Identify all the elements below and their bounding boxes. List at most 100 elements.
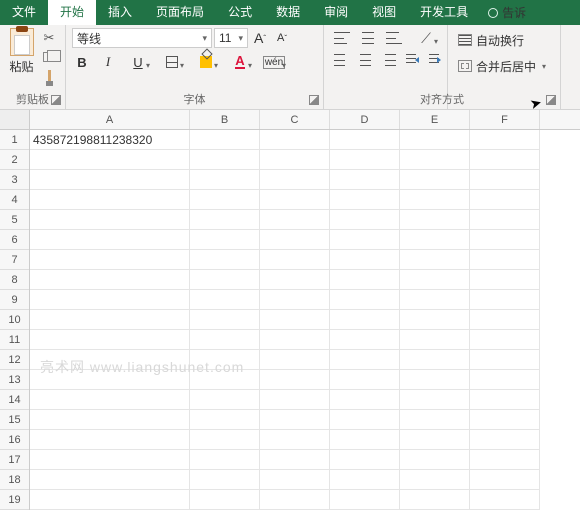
cell[interactable] bbox=[190, 330, 260, 350]
cell[interactable] bbox=[330, 170, 400, 190]
cell[interactable] bbox=[30, 310, 190, 330]
cell[interactable] bbox=[260, 450, 330, 470]
tab-home[interactable]: 开始 bbox=[48, 0, 96, 25]
cell[interactable] bbox=[30, 150, 190, 170]
cell[interactable] bbox=[30, 190, 190, 210]
cell[interactable] bbox=[330, 150, 400, 170]
format-painter-button[interactable] bbox=[39, 68, 59, 84]
align-top-button[interactable] bbox=[334, 32, 350, 44]
cell[interactable] bbox=[470, 250, 540, 270]
cell[interactable] bbox=[470, 390, 540, 410]
column-header[interactable]: D bbox=[330, 110, 400, 129]
cell[interactable] bbox=[400, 190, 470, 210]
cell[interactable] bbox=[470, 290, 540, 310]
cell[interactable] bbox=[30, 250, 190, 270]
row-header[interactable]: 8 bbox=[0, 270, 29, 290]
cell[interactable] bbox=[30, 290, 190, 310]
cell[interactable] bbox=[400, 390, 470, 410]
row-header[interactable]: 15 bbox=[0, 410, 29, 430]
cell[interactable] bbox=[470, 470, 540, 490]
cell[interactable] bbox=[330, 210, 400, 230]
cell[interactable] bbox=[190, 230, 260, 250]
row-header[interactable]: 12 bbox=[0, 350, 29, 370]
tab-view[interactable]: 视图 bbox=[360, 0, 408, 25]
cell[interactable] bbox=[260, 410, 330, 430]
row-header[interactable]: 11 bbox=[0, 330, 29, 350]
cell[interactable] bbox=[470, 270, 540, 290]
tab-page-layout[interactable]: 页面布局 bbox=[144, 0, 216, 25]
orientation-button[interactable]: ⟋ bbox=[412, 28, 440, 48]
cells-area[interactable]: 435872198811238320 bbox=[30, 130, 580, 510]
cell[interactable] bbox=[400, 470, 470, 490]
cell[interactable] bbox=[30, 410, 190, 430]
font-color-button[interactable]: A bbox=[226, 52, 254, 72]
cut-button[interactable]: ✂ bbox=[39, 30, 59, 46]
cell[interactable] bbox=[30, 330, 190, 350]
row-header[interactable]: 10 bbox=[0, 310, 29, 330]
cell[interactable] bbox=[470, 230, 540, 250]
cell[interactable] bbox=[470, 310, 540, 330]
cell[interactable] bbox=[190, 290, 260, 310]
cell[interactable] bbox=[330, 310, 400, 330]
cell[interactable] bbox=[470, 150, 540, 170]
cell[interactable]: 435872198811238320 bbox=[30, 130, 190, 150]
align-middle-button[interactable] bbox=[360, 32, 376, 44]
row-header[interactable]: 16 bbox=[0, 430, 29, 450]
cell[interactable] bbox=[400, 210, 470, 230]
column-header[interactable]: E bbox=[400, 110, 470, 129]
row-header[interactable]: 4 bbox=[0, 190, 29, 210]
cell[interactable] bbox=[470, 490, 540, 510]
cell[interactable] bbox=[190, 470, 260, 490]
row-header[interactable]: 17 bbox=[0, 450, 29, 470]
cell[interactable] bbox=[30, 390, 190, 410]
cell[interactable] bbox=[260, 470, 330, 490]
border-button[interactable] bbox=[158, 52, 186, 72]
cell[interactable] bbox=[330, 430, 400, 450]
cell[interactable] bbox=[330, 190, 400, 210]
cell[interactable] bbox=[330, 390, 400, 410]
wrap-text-button[interactable]: 自动换行 bbox=[454, 30, 554, 50]
cell[interactable] bbox=[330, 490, 400, 510]
row-header[interactable]: 7 bbox=[0, 250, 29, 270]
bold-button[interactable]: B bbox=[72, 52, 92, 72]
cell[interactable] bbox=[400, 450, 470, 470]
underline-button[interactable]: U bbox=[124, 52, 152, 72]
cell[interactable] bbox=[260, 170, 330, 190]
column-header[interactable]: A bbox=[30, 110, 190, 129]
cell[interactable] bbox=[190, 130, 260, 150]
cell[interactable] bbox=[260, 330, 330, 350]
cell[interactable] bbox=[470, 330, 540, 350]
column-header[interactable]: C bbox=[260, 110, 330, 129]
cell[interactable] bbox=[30, 230, 190, 250]
cell[interactable] bbox=[330, 290, 400, 310]
cell[interactable] bbox=[400, 250, 470, 270]
font-name-select[interactable]: 等线▾ bbox=[72, 28, 212, 48]
cell[interactable] bbox=[190, 450, 260, 470]
cell[interactable] bbox=[470, 410, 540, 430]
cell[interactable] bbox=[30, 210, 190, 230]
cell[interactable] bbox=[400, 490, 470, 510]
align-left-button[interactable] bbox=[334, 54, 348, 66]
cell[interactable] bbox=[190, 150, 260, 170]
column-header[interactable]: F bbox=[470, 110, 540, 129]
cell[interactable] bbox=[400, 270, 470, 290]
align-right-button[interactable] bbox=[382, 54, 396, 66]
cell[interactable] bbox=[400, 170, 470, 190]
cell[interactable] bbox=[190, 190, 260, 210]
phonetic-button[interactable]: wén bbox=[260, 52, 288, 72]
cell[interactable] bbox=[400, 130, 470, 150]
cell[interactable] bbox=[190, 430, 260, 450]
column-header[interactable]: B bbox=[190, 110, 260, 129]
row-header[interactable]: 9 bbox=[0, 290, 29, 310]
cell[interactable] bbox=[400, 310, 470, 330]
tell-me[interactable]: 告诉 bbox=[480, 0, 580, 25]
cell[interactable] bbox=[190, 250, 260, 270]
cell[interactable] bbox=[330, 350, 400, 370]
row-header[interactable]: 18 bbox=[0, 470, 29, 490]
copy-button[interactable] bbox=[39, 49, 59, 65]
align-bottom-button[interactable] bbox=[386, 32, 402, 44]
row-header[interactable]: 2 bbox=[0, 150, 29, 170]
cell[interactable] bbox=[190, 310, 260, 330]
cell[interactable] bbox=[30, 450, 190, 470]
font-dialog-launcher[interactable] bbox=[309, 95, 319, 105]
